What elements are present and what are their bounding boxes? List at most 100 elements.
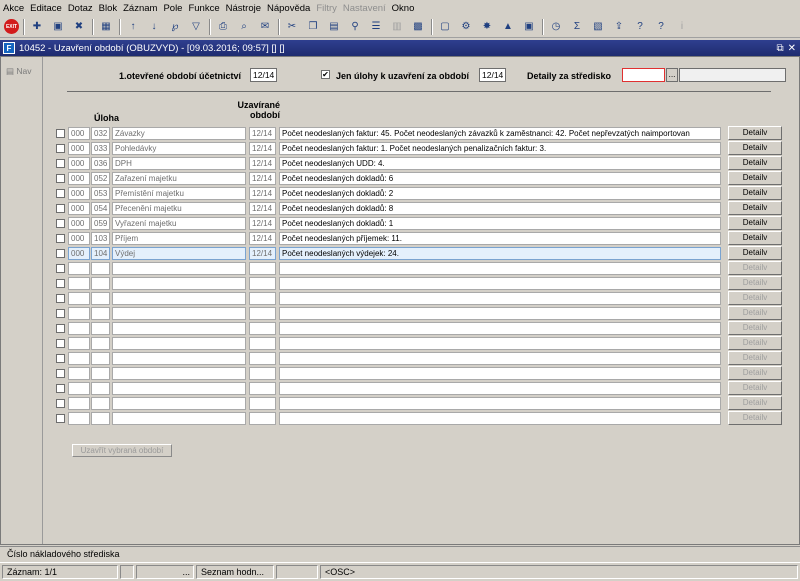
- close-selected-periods-button[interactable]: Uzavřít vybraná období: [72, 444, 172, 457]
- detail-button[interactable]: Detailv: [728, 366, 782, 380]
- task-code-cell[interactable]: [91, 352, 110, 365]
- detail-button[interactable]: Detailv: [728, 201, 782, 215]
- query-icon[interactable]: ℘: [166, 18, 184, 36]
- task-name-cell[interactable]: DPH: [112, 157, 246, 170]
- restore-window-icon[interactable]: ⧉: [776, 43, 783, 54]
- table-row[interactable]: Detailv: [56, 336, 788, 350]
- task-name-cell[interactable]: Přemístění majetku: [112, 187, 246, 200]
- org-cell[interactable]: 000: [68, 157, 90, 170]
- org-cell[interactable]: 000: [68, 247, 90, 260]
- info-cell[interactable]: Počet neodeslaných výdejek: 24.: [279, 247, 721, 260]
- info-cell[interactable]: [279, 337, 721, 350]
- new-record-icon[interactable]: ✚: [28, 18, 46, 36]
- org-cell[interactable]: 000: [68, 202, 90, 215]
- detail-button[interactable]: Detailv: [728, 186, 782, 200]
- copy-icon[interactable]: ❐: [304, 18, 322, 36]
- task-name-cell[interactable]: Zařazení majetku: [112, 172, 246, 185]
- table-row[interactable]: 000 103 Příjem 12/14 Počet neodeslaných příj…: [56, 231, 788, 245]
- chart-icon[interactable]: ▩: [409, 18, 427, 36]
- question-icon[interactable]: ?: [652, 18, 670, 36]
- period-cell[interactable]: 12/14: [249, 142, 276, 155]
- row-select-checkbox[interactable]: [56, 264, 65, 273]
- delete-icon[interactable]: ✖: [70, 18, 88, 36]
- menu-item-0[interactable]: Akce: [3, 3, 24, 14]
- row-select-checkbox[interactable]: [56, 279, 65, 288]
- task-name-cell[interactable]: [112, 367, 246, 380]
- period-cell[interactable]: 12/14: [249, 217, 276, 230]
- detail-button[interactable]: Detailv: [728, 381, 782, 395]
- menu-item-10[interactable]: Nastavení: [343, 3, 386, 14]
- task-name-cell[interactable]: Příjem: [112, 232, 246, 245]
- menu-item-8[interactable]: Nápověda: [267, 3, 310, 14]
- detail-button[interactable]: Detailv: [728, 156, 782, 170]
- row-select-checkbox[interactable]: [56, 369, 65, 378]
- star-icon[interactable]: ✸: [478, 18, 496, 36]
- task-code-cell[interactable]: [91, 382, 110, 395]
- block-icon[interactable]: ▦: [97, 18, 115, 36]
- settings-icon[interactable]: ⚙: [457, 18, 475, 36]
- info-cell[interactable]: Počet neodeslaných faktur: 1. Počet neod…: [279, 142, 721, 155]
- task-name-cell[interactable]: [112, 337, 246, 350]
- table-row[interactable]: 000 052 Zařazení majetku 12/14 Počet neodesl…: [56, 171, 788, 185]
- task-name-cell[interactable]: Vyřazení majetku: [112, 217, 246, 230]
- detail-button[interactable]: Detailv: [728, 216, 782, 230]
- table-row[interactable]: Detailv: [56, 381, 788, 395]
- period-cell[interactable]: [249, 277, 276, 290]
- sum-icon[interactable]: Σ: [568, 18, 586, 36]
- detail-button[interactable]: Detailv: [728, 306, 782, 320]
- info-icon[interactable]: i: [673, 18, 691, 36]
- info-cell[interactable]: [279, 262, 721, 275]
- period-cell[interactable]: [249, 397, 276, 410]
- task-name-cell[interactable]: [112, 292, 246, 305]
- menu-item-4[interactable]: Záznam: [123, 3, 157, 14]
- paste-icon[interactable]: ▤: [325, 18, 343, 36]
- org-cell[interactable]: [68, 337, 90, 350]
- task-code-cell[interactable]: 103: [91, 232, 110, 245]
- table-row[interactable]: Detailv: [56, 276, 788, 290]
- info-cell[interactable]: Počet neodeslaných dokladů: 6: [279, 172, 721, 185]
- info-cell[interactable]: [279, 397, 721, 410]
- menu-item-6[interactable]: Funkce: [188, 3, 219, 14]
- note-icon[interactable]: ▣: [520, 18, 538, 36]
- row-select-checkbox[interactable]: [56, 174, 65, 183]
- detail-button[interactable]: Detailv: [728, 276, 782, 290]
- detail-button[interactable]: Detailv: [728, 261, 782, 275]
- period-cell[interactable]: [249, 337, 276, 350]
- menu-item-7[interactable]: Nástroje: [226, 3, 261, 14]
- filter-icon[interactable]: ▽: [187, 18, 205, 36]
- period-cell[interactable]: 12/14: [249, 172, 276, 185]
- task-name-cell[interactable]: Výdej: [112, 247, 246, 260]
- info-cell[interactable]: [279, 412, 721, 425]
- info-cell[interactable]: [279, 352, 721, 365]
- detail-button[interactable]: Detailv: [728, 396, 782, 410]
- row-select-checkbox[interactable]: [56, 219, 65, 228]
- info-cell[interactable]: [279, 367, 721, 380]
- detail-button[interactable]: Detailv: [728, 246, 782, 260]
- row-select-checkbox[interactable]: [56, 189, 65, 198]
- org-cell[interactable]: [68, 292, 90, 305]
- detail-button[interactable]: Detailv: [728, 321, 782, 335]
- detail-button[interactable]: Detailv: [728, 411, 782, 425]
- row-select-checkbox[interactable]: [56, 159, 65, 168]
- task-name-cell[interactable]: [112, 382, 246, 395]
- task-code-cell[interactable]: 053: [91, 187, 110, 200]
- only-tasks-period-field[interactable]: 12/14: [479, 68, 506, 82]
- task-name-cell[interactable]: Závazky: [112, 127, 246, 140]
- task-code-cell[interactable]: [91, 292, 110, 305]
- menu-item-3[interactable]: Blok: [99, 3, 117, 14]
- clock-icon[interactable]: ◷: [547, 18, 565, 36]
- detail-button[interactable]: Detailv: [728, 171, 782, 185]
- table-row[interactable]: 000 104 Výdej 12/14 Počet neodeslaných výdej…: [56, 246, 788, 260]
- info-cell[interactable]: Počet neodeslaných faktur: 45. Počet neo…: [279, 127, 721, 140]
- info-cell[interactable]: [279, 382, 721, 395]
- task-code-cell[interactable]: [91, 277, 110, 290]
- info-cell[interactable]: [279, 292, 721, 305]
- task-name-cell[interactable]: [112, 322, 246, 335]
- columns-icon[interactable]: ▥: [388, 18, 406, 36]
- task-code-cell[interactable]: 033: [91, 142, 110, 155]
- centre-field[interactable]: [622, 68, 665, 82]
- period-cell[interactable]: 12/14: [249, 232, 276, 245]
- info-cell[interactable]: [279, 322, 721, 335]
- sort-asc-icon[interactable]: ↑: [124, 18, 142, 36]
- row-select-checkbox[interactable]: [56, 399, 65, 408]
